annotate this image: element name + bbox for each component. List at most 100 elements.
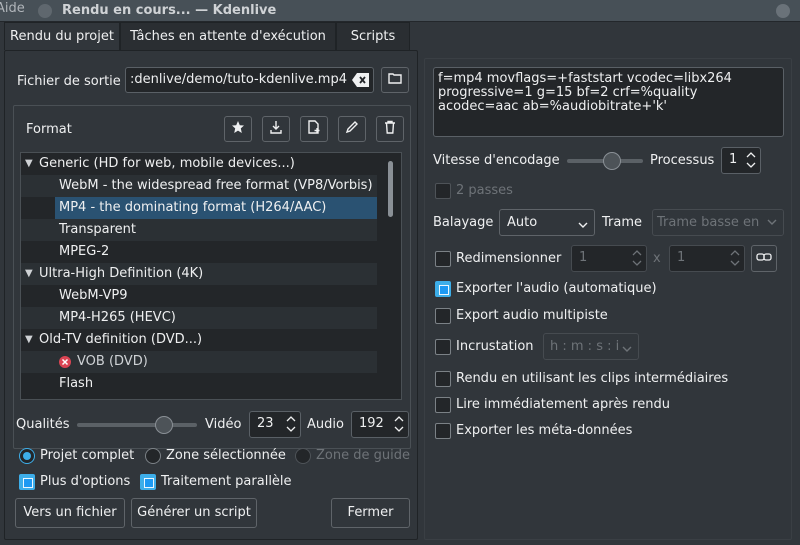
video-quality-label: Vidéo — [205, 417, 242, 432]
audio-quality-spinbox[interactable]: 192 — [351, 411, 409, 438]
tree-item-mp4-selected[interactable]: MP4 - the dominating format (H264/AAC) — [55, 197, 377, 219]
resize-checkbox[interactable] — [435, 251, 451, 267]
title-bar: Aide Rendu en cours... — Kdenlive — [0, 0, 800, 22]
tree-item-flash[interactable]: Flash — [21, 373, 377, 395]
proxy-render-checkbox[interactable] — [435, 371, 451, 387]
spin-arrows-icon[interactable] — [394, 415, 404, 433]
chevron-down-icon: ▼ — [25, 268, 33, 279]
resize-label: Redimensionner — [456, 251, 562, 266]
menu-fragment: Aide — [0, 1, 25, 16]
chevron-down-icon: ▼ — [25, 334, 33, 345]
format-tree[interactable]: ▼ Generic (HD for web, mobile devices...… — [20, 152, 402, 400]
generate-script-button[interactable]: Générer un script — [131, 498, 257, 528]
resize-height-spinbox[interactable]: 1 — [669, 245, 745, 272]
star-icon — [231, 120, 245, 138]
audio-quality-label: Audio — [307, 417, 344, 432]
spin-arrows-icon[interactable] — [730, 249, 740, 267]
tree-item-webm[interactable]: WebM - the widespread free format (VP8/V… — [21, 175, 377, 197]
spin-arrows-icon[interactable] — [286, 415, 296, 433]
link-ratio-button[interactable] — [751, 245, 777, 272]
output-file-input[interactable]: :denlive/demo/tuto-kdenlive.mp4 — [125, 67, 374, 93]
browse-folder-button[interactable] — [381, 67, 409, 93]
quality-slider-handle[interactable] — [155, 416, 173, 434]
scanning-select[interactable]: Auto — [499, 209, 595, 236]
tree-scrollbar-handle[interactable] — [388, 161, 393, 217]
tree-scrollbar-track[interactable] — [381, 153, 401, 399]
scanning-label: Balayage — [433, 215, 494, 230]
tree-item-mpeg2[interactable]: MPEG-2 — [21, 241, 377, 263]
parallel-processing-label: Traitement parallèle — [161, 474, 292, 489]
export-audio-label: Exporter l'audio (automatique) — [456, 281, 657, 296]
spin-arrows-icon[interactable] — [632, 249, 642, 267]
chevron-down-icon — [578, 218, 588, 233]
field-order-select[interactable]: Trame basse en premier — [652, 209, 784, 236]
folder-icon — [388, 72, 402, 88]
radio-selected-zone[interactable] — [145, 448, 161, 464]
chain-link-icon — [756, 251, 772, 266]
play-after-label: Lire immédiatement après rendu — [456, 397, 671, 412]
render-dialog: Aide Rendu en cours... — Kdenlive Rendu … — [0, 0, 800, 545]
tree-group-uhd[interactable]: ▼ Ultra-High Definition (4K) — [21, 263, 377, 285]
chevron-down-icon — [622, 342, 632, 357]
tree-item-webm-vp9[interactable]: WebM-VP9 — [21, 285, 377, 307]
error-icon — [59, 356, 71, 368]
close-button[interactable]: Fermer — [331, 498, 410, 528]
new-document-icon — [307, 120, 321, 138]
resize-x-label: x — [653, 251, 661, 266]
download-profiles-button[interactable] — [262, 116, 290, 142]
quality-slider[interactable] — [77, 416, 197, 434]
download-icon — [269, 120, 283, 138]
edit-profile-button[interactable] — [338, 116, 366, 142]
trash-icon — [383, 120, 397, 138]
encoding-speed-slider[interactable] — [567, 152, 643, 170]
tab-render-project[interactable]: Rendu du projet — [4, 22, 120, 50]
export-metadata-label: Exporter les méta-données — [456, 423, 633, 438]
multitrack-audio-checkbox[interactable] — [435, 308, 451, 324]
timecode-overlay-checkbox[interactable] — [435, 339, 451, 355]
left-panel: Fichier de sortie :denlive/demo/tuto-kde… — [4, 50, 418, 540]
two-pass-checkbox[interactable] — [435, 183, 451, 199]
resize-width-spinbox[interactable]: 1 — [571, 245, 647, 272]
export-audio-checkbox[interactable] — [435, 281, 451, 297]
radio-guide-zone[interactable] — [295, 448, 311, 464]
tree-group-generic[interactable]: ▼ Generic (HD for web, mobile devices...… — [21, 153, 377, 175]
pencil-icon — [345, 120, 359, 138]
favorite-button[interactable] — [224, 116, 252, 142]
clear-icon[interactable] — [352, 73, 369, 87]
radio-full-project[interactable] — [19, 448, 35, 464]
new-profile-button[interactable] — [300, 116, 328, 142]
more-options-checkbox[interactable] — [19, 474, 35, 490]
play-after-checkbox[interactable] — [435, 397, 451, 413]
close-window-icon[interactable] — [776, 4, 790, 18]
two-pass-label: 2 passes — [456, 183, 513, 198]
selected-zone-label: Zone sélectionnée — [166, 448, 286, 463]
encoding-speed-label: Vitesse d'encodage — [433, 153, 560, 168]
spin-arrows-icon[interactable] — [746, 151, 756, 169]
tree-item-vob[interactable]: VOB (DVD) — [21, 351, 377, 373]
tree-group-old-tv[interactable]: ▼ Old-TV definition (DVD...) — [21, 329, 377, 351]
proxy-render-label: Rendu en utilisant les clips intermédiai… — [456, 371, 729, 386]
render-parameters-textarea[interactable]: f=mp4 movflags=+faststart vcodec=libx264… — [433, 67, 784, 137]
window-menu-icon[interactable] — [38, 4, 52, 18]
format-group: Format ▼ Generic (HD for web, mobile dev… — [13, 105, 411, 449]
export-metadata-checkbox[interactable] — [435, 423, 451, 439]
timecode-format-select[interactable]: h : m : s : i — [543, 333, 639, 360]
tab-scripts[interactable]: Scripts — [336, 22, 410, 50]
parallel-processing-checkbox[interactable] — [140, 474, 156, 490]
timecode-overlay-label: Incrustation — [456, 339, 534, 354]
video-quality-spinbox[interactable]: 23 — [249, 411, 301, 438]
tree-item-mp4-h265[interactable]: MP4-H265 (HEVC) — [21, 307, 377, 329]
tree-item-transparent[interactable]: Transparent — [21, 219, 377, 241]
tab-pending-jobs[interactable]: Tâches en attente d'exécution — [120, 22, 336, 50]
quality-label: Qualités — [16, 417, 70, 432]
chevron-down-icon — [761, 210, 783, 235]
field-order-label: Trame — [602, 215, 643, 230]
threads-spinbox[interactable]: 1 — [721, 147, 761, 174]
guide-zone-label: Zone de guide — [316, 448, 410, 463]
delete-profile-button[interactable] — [376, 116, 404, 142]
render-to-file-button[interactable]: Vers un fichier — [15, 498, 125, 528]
threads-label: Processus — [650, 153, 715, 168]
encoding-speed-handle[interactable] — [603, 152, 621, 170]
output-file-label: Fichier de sortie — [17, 74, 121, 89]
full-project-label: Projet complet — [40, 448, 135, 463]
